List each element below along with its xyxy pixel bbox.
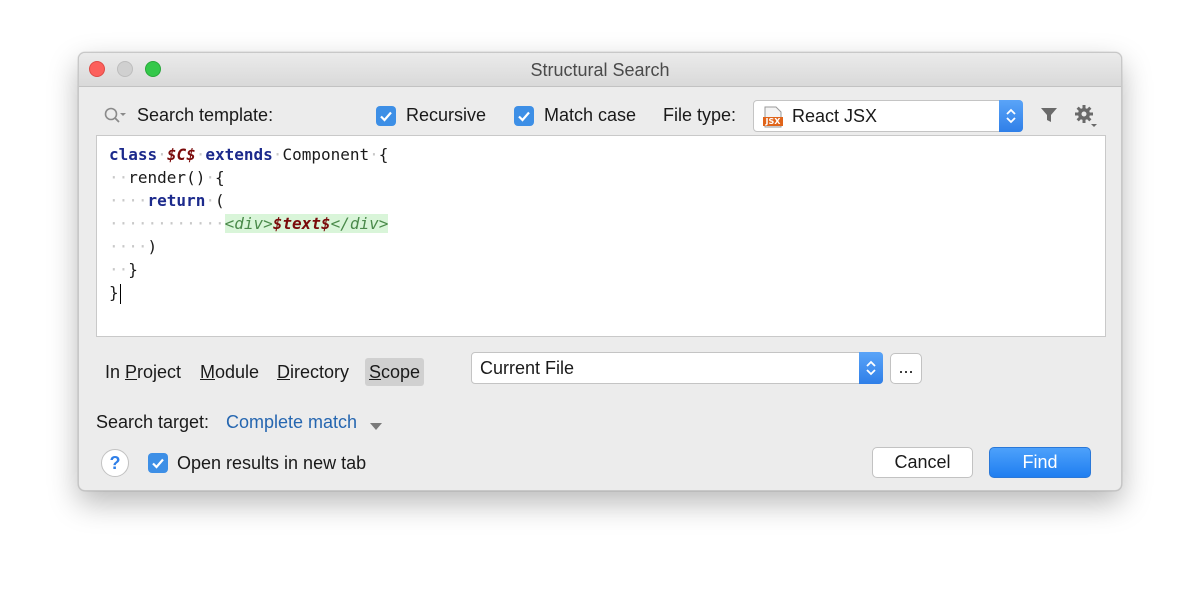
check-icon (152, 458, 164, 469)
find-button[interactable]: Find (989, 447, 1091, 478)
code-line-1: class·$C$·extends·Component·{ (109, 145, 389, 164)
tab-directory[interactable]: Directory (277, 358, 349, 386)
scope-dropdown-arrow[interactable] (859, 352, 883, 384)
help-button[interactable]: ? (101, 449, 129, 477)
browse-scope-button[interactable]: ... (890, 353, 922, 384)
code-line-5: ····) (109, 237, 158, 256)
file-type-label: File type: (663, 105, 737, 125)
structural-search-dialog: Structural Search Search template: Recur… (78, 52, 1122, 491)
title-bar: Structural Search (79, 53, 1121, 87)
code-line-4: ············<div>$text$</div> (109, 214, 389, 233)
text-caret (119, 283, 121, 304)
search-target-link[interactable]: Complete match (226, 412, 357, 433)
open-new-tab-checkbox[interactable] (148, 453, 168, 473)
scope-select[interactable]: Current File (471, 352, 883, 384)
up-down-chevron-icon (1006, 108, 1016, 124)
search-icon[interactable] (103, 106, 127, 126)
scope-value: Current File (480, 358, 575, 378)
window-title: Structural Search (530, 60, 670, 80)
filter-icon[interactable] (1039, 105, 1059, 125)
tab-module[interactable]: Module (200, 358, 259, 386)
match-case-checkbox[interactable] (514, 106, 534, 126)
up-down-chevron-icon (866, 360, 876, 376)
cancel-button[interactable]: Cancel (872, 447, 973, 478)
match-case-label: Match case (544, 105, 637, 125)
search-template-label: Search template: (137, 105, 274, 125)
recursive-label: Recursive (406, 105, 487, 125)
gear-icon[interactable] (1074, 104, 1098, 128)
code-line-3: ····return·( (109, 191, 225, 210)
file-type-value: React JSX (792, 106, 878, 126)
jsx-file-icon-text: JSX (765, 117, 781, 126)
search-template-editor[interactable]: class·$C$·extends·Component·{ ··render()… (96, 135, 1106, 337)
open-new-tab-label: Open results in new tab (177, 453, 367, 473)
caret-down-icon[interactable] (369, 417, 383, 430)
tab-in-project[interactable]: In Project (105, 358, 181, 386)
file-type-select[interactable]: JSX React JSX (753, 100, 1023, 132)
recursive-checkbox[interactable] (376, 106, 396, 126)
tab-scope[interactable]: Scope (365, 358, 425, 386)
code-line-7: } (109, 283, 121, 304)
search-template-toolbar: Search template: Recursive Match case Fi… (79, 100, 1121, 132)
search-target-label: Search target: (96, 412, 210, 432)
check-icon (380, 111, 392, 122)
code-line-2: ··render()·{ (109, 168, 225, 187)
file-type-dropdown-arrow[interactable] (999, 100, 1023, 132)
check-icon (518, 111, 530, 122)
code-line-6: ··} (109, 260, 138, 279)
